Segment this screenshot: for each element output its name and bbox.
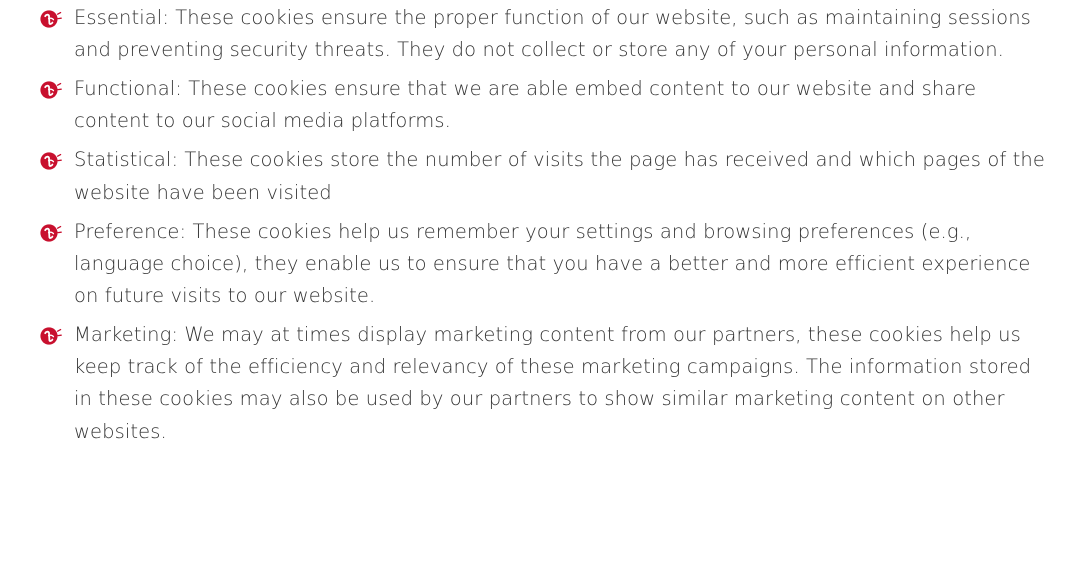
list-item-functional: Functional: These cookies ensure that we… [40,73,1050,137]
red-swirl-bullet-icon [40,10,62,28]
cookie-type-text: Preference: These cookies help us rememb… [74,219,1031,308]
cookie-type-text: Functional: These cookies ensure that we… [74,77,977,133]
cookie-type-text: Essential: These cookies ensure the prop… [74,6,1031,62]
red-swirl-bullet-icon [40,327,62,345]
red-swirl-bullet-icon [40,81,62,99]
red-swirl-bullet-icon [40,152,62,171]
cookie-type-text: Statistical: These cookies store the num… [74,148,1045,204]
list-item-essential: Essential: These cookies ensure the prop… [40,2,1050,66]
cookie-types-list: Essential: These cookies ensure the prop… [40,2,1050,448]
red-swirl-bullet-icon [40,224,62,242]
list-item-marketing: Marketing: We may at times display marke… [40,319,1050,448]
list-item-statistical: Statistical: These cookies store the num… [40,144,1050,208]
list-item-preference: Preference: These cookies help us rememb… [40,216,1050,313]
cookie-type-text: Marketing: We may at times display marke… [74,323,1032,443]
